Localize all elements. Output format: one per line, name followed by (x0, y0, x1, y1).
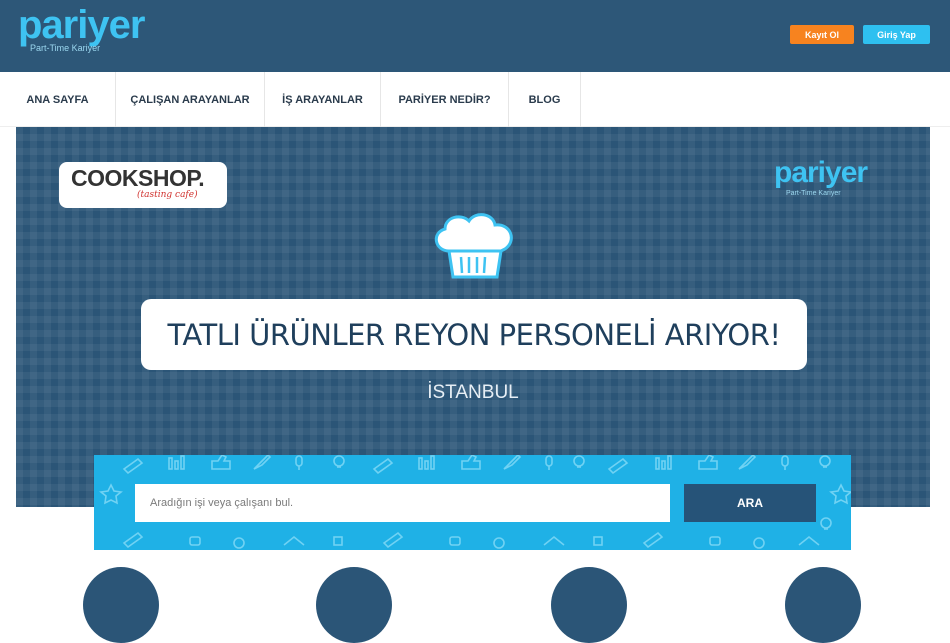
brand-logo-badge: COOKSHOP. (tasting cafe) (59, 162, 227, 208)
nav-item-job-seekers[interactable]: İŞ ARAYANLAR (265, 72, 381, 127)
search-button[interactable]: ARA (684, 484, 816, 522)
feature-circle (785, 567, 861, 643)
job-city: İSTANBUL (427, 382, 519, 403)
main-nav: ANA SAYFA ÇALIŞAN ARAYANLAR İŞ ARAYANLAR… (0, 72, 950, 127)
feature-circle (83, 567, 159, 643)
nav-item-blog[interactable]: BLOG (509, 72, 581, 127)
search-section: ARA (94, 455, 851, 550)
brand-name: COOKSHOP. (71, 165, 205, 191)
logo-text: pariyer (18, 3, 145, 47)
hero-logo-subtitle: Part-Time Kariyer (786, 190, 841, 197)
nav-item-home[interactable]: ANA SAYFA (0, 72, 116, 127)
login-button[interactable]: Giriş Yap (863, 25, 930, 44)
nav-item-about[interactable]: PARİYER NEDİR? (381, 72, 509, 127)
job-headline: TATLI ÜRÜNLER REYON PERSONELİ ARIYOR! (167, 317, 781, 352)
site-header: pariyer Part-Time Kariyer Kayıt Ol Giriş… (0, 0, 950, 72)
feature-circle (551, 567, 627, 643)
search-input[interactable] (135, 484, 670, 522)
hero-logo-text: pariyer (774, 156, 868, 189)
brand-tagline: (tasting cafe) (137, 190, 198, 200)
chef-hat-icon (434, 213, 513, 279)
hero-banner[interactable]: COOKSHOP. (tasting cafe) pariyer Part-Ti… (16, 127, 930, 507)
register-button[interactable]: Kayıt Ol (790, 25, 854, 44)
headline-box: TATLI ÜRÜNLER REYON PERSONELİ ARIYOR! (141, 299, 807, 370)
nav-item-employers[interactable]: ÇALIŞAN ARAYANLAR (116, 72, 265, 127)
feature-circle (316, 567, 392, 643)
logo-subtitle: Part-Time Kariyer (30, 43, 101, 53)
